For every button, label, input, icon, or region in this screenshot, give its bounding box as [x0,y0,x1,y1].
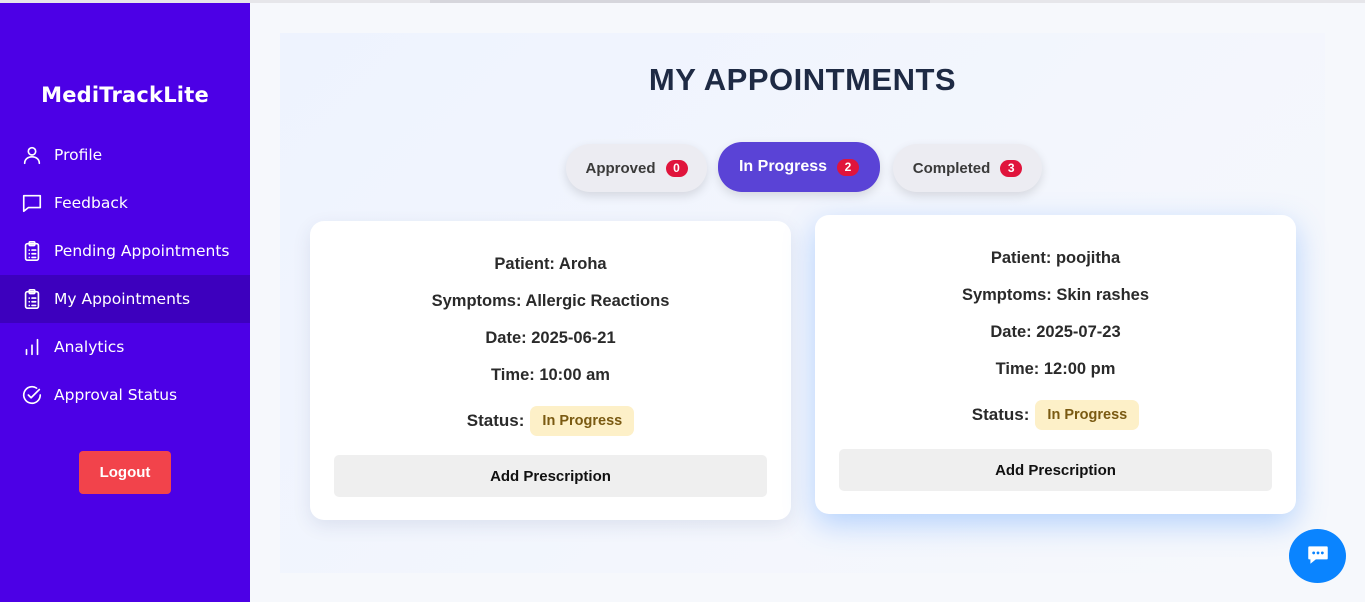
tab-approved[interactable]: Approved 0 [566,144,707,192]
brand-logo: MediTrackLite [41,83,209,107]
add-prescription-button[interactable]: Add Prescription [839,449,1272,491]
sidebar-item-label: Pending Appointments [54,242,230,260]
status-badge: In Progress [530,406,635,436]
sidebar-item-profile[interactable]: Profile [0,131,250,179]
page-title: MY APPOINTMENTS [648,62,957,97]
count-badge: 0 [665,159,688,177]
tab-completed[interactable]: Completed 3 [893,144,1042,192]
bar-chart-icon [21,336,43,358]
status-row: Status: In Progress [815,400,1296,430]
clipboard-list-icon [21,240,43,262]
appointment-card: Patient: Aroha Symptoms: Allergic Reacti… [310,221,791,520]
count-badge: 3 [1000,159,1023,177]
tab-label: Approved [585,159,656,177]
sidebar-item-label: Analytics [54,338,125,356]
symptoms: Symptoms: Allergic Reactions [431,292,670,310]
patient-name: Patient: poojitha [990,249,1121,267]
appointment-time: Time: 12:00 pm [995,360,1116,378]
symptoms: Symptoms: Skin rashes [961,286,1150,304]
appointment-date: Date: 2025-06-21 [485,329,616,347]
add-prescription-button[interactable]: Add Prescription [334,455,767,497]
appointment-card: Patient: poojitha Symptoms: Skin rashes … [815,215,1296,514]
sidebar-item-analytics[interactable]: Analytics [0,323,250,371]
status-label: Status: [466,411,525,430]
tab-label: Completed [912,159,991,177]
sidebar-item-label: Approval Status [54,386,178,404]
patient-name: Patient: Aroha [494,255,607,273]
clipboard-list-icon [21,288,43,310]
appointment-time: Time: 10:00 am [491,366,610,384]
status-label: Status: [971,405,1030,424]
sidebar: MediTrackLite Profile Feedback Pending A… [0,3,250,602]
status-row: Status: In Progress [310,406,791,436]
check-circle-icon [21,384,43,406]
appointment-date: Date: 2025-07-23 [990,323,1121,341]
sidebar-item-pending-appointments[interactable]: Pending Appointments [0,227,250,275]
status-badge: In Progress [1035,400,1140,430]
sidebar-nav: Profile Feedback Pending Appointments My… [0,131,250,419]
chat-bubble-icon [1305,541,1331,572]
sidebar-item-feedback[interactable]: Feedback [0,179,250,227]
sidebar-item-label: Feedback [54,194,128,212]
count-badge: 2 [837,158,860,176]
tab-label: In Progress [738,158,828,175]
message-square-icon [21,192,43,214]
chat-button[interactable] [1289,529,1346,583]
sidebar-item-label: Profile [54,146,103,164]
sidebar-item-my-appointments[interactable]: My Appointments [0,275,250,323]
tab-in-progress[interactable]: In Progress 2 [718,142,880,192]
sidebar-item-approval-status[interactable]: Approval Status [0,371,250,419]
sidebar-item-label: My Appointments [54,290,191,308]
user-icon [21,144,43,166]
logout-button[interactable]: Logout [79,451,171,494]
